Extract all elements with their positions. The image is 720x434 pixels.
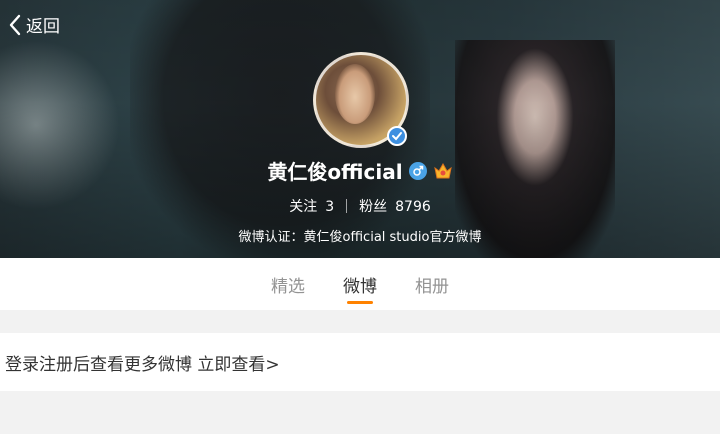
avatar[interactable] — [313, 52, 409, 148]
profile-name: 黄仁俊official — [267, 160, 403, 184]
tab-weibo[interactable]: 微博 — [340, 258, 380, 310]
tab-featured[interactable]: 精选 — [268, 258, 308, 310]
followers-label: 粉丝 — [359, 199, 388, 215]
followers-stat[interactable]: 粉丝 8796 — [359, 196, 431, 216]
back-label: 返回 — [26, 17, 60, 37]
back-button[interactable]: 返回 — [8, 12, 60, 37]
login-prompt-link[interactable]: 登录注册后查看更多微博 立即查看> — [0, 333, 720, 391]
followers-count: 8796 — [395, 199, 431, 215]
vip-crown-icon[interactable] — [433, 161, 453, 181]
following-stat[interactable]: 关注 3 — [289, 196, 334, 216]
avatar-face — [335, 64, 375, 124]
tab-album[interactable]: 相册 — [412, 258, 452, 310]
chevron-left-icon — [9, 14, 21, 35]
male-icon — [408, 161, 427, 180]
following-label: 关注 — [289, 199, 318, 215]
following-count: 3 — [325, 199, 335, 215]
verified-badge-icon — [387, 126, 407, 146]
profile-stats: 关注 3 粉丝 8796 — [0, 196, 720, 216]
profile-name-row: 黄仁俊official — [0, 156, 720, 185]
profile-tabs: 精选 微博 相册 — [0, 258, 720, 310]
stats-divider — [346, 199, 348, 213]
verification-text: 微博认证：黄仁俊official studio官方微博 — [238, 230, 482, 245]
